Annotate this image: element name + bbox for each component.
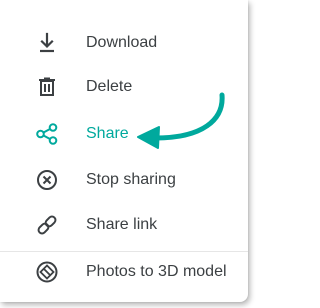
share-icon (34, 121, 60, 147)
cube-circle-icon (34, 259, 60, 285)
menu-item-label: Delete (86, 78, 133, 95)
menu-item-download[interactable]: Download (0, 23, 248, 63)
cancel-circle-icon (34, 167, 60, 193)
trash-icon (34, 74, 60, 100)
menu-item-label: Photos to 3D model (86, 263, 227, 280)
menu-item-label: Share (86, 125, 129, 142)
menu-item-photos-to-3d-model[interactable]: Photos to 3D model (0, 252, 248, 292)
menu-item-label: Stop sharing (86, 171, 176, 188)
menu-item-label: Share link (86, 216, 158, 233)
menu-item-stop-sharing[interactable]: Stop sharing (0, 160, 248, 200)
annotation-arrow-icon (137, 92, 225, 149)
menu-item-label: Download (86, 34, 158, 51)
download-icon (34, 30, 60, 56)
link-icon (34, 212, 60, 238)
menu-item-share-link[interactable]: Share link (0, 205, 248, 245)
